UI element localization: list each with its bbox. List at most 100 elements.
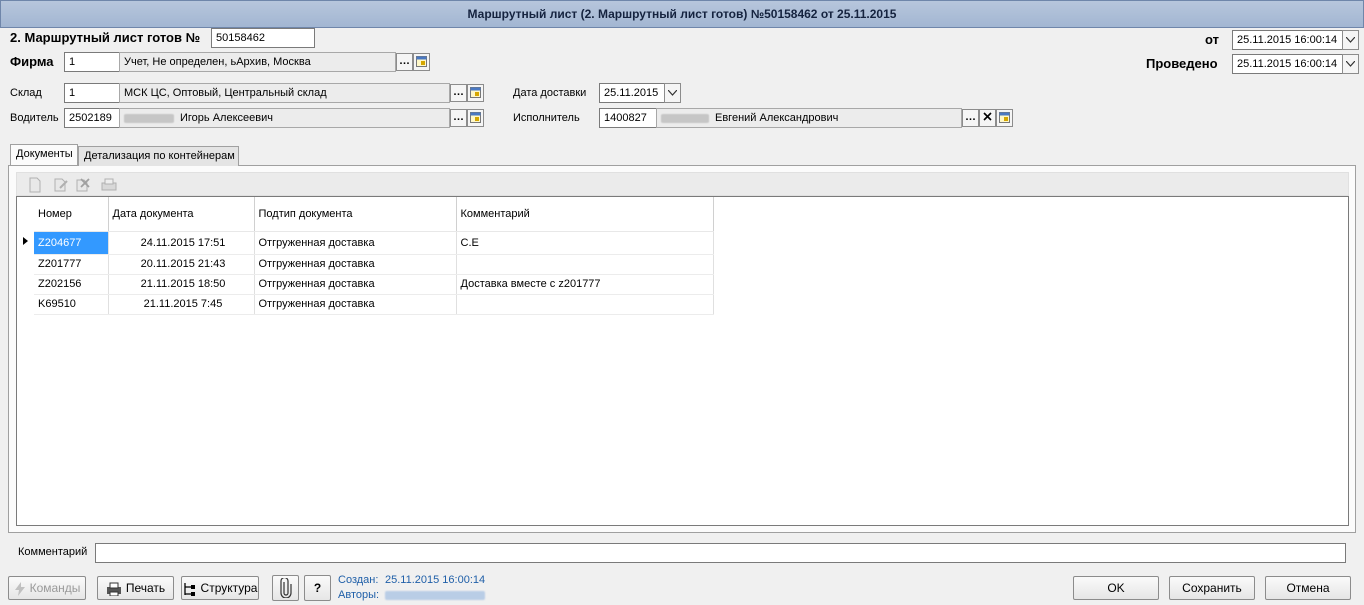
date-label: от: [1205, 32, 1219, 47]
column-header-comment[interactable]: Комментарий: [456, 197, 714, 232]
cell-subtype[interactable]: Отгруженная доставка: [254, 231, 457, 255]
redacted-surname: [124, 113, 174, 123]
firm-code-field[interactable]: 1: [64, 52, 120, 72]
driver-select-button[interactable]: …: [450, 109, 467, 127]
executor-code-field[interactable]: 1400827: [599, 108, 657, 128]
ok-button[interactable]: OK: [1073, 576, 1159, 600]
firm-name-field[interactable]: Учет, Не определен, ьАрхив, Москва: [119, 52, 396, 72]
column-header-number[interactable]: Номер: [34, 197, 109, 232]
executor-name-text: Евгений Александрович: [715, 112, 839, 124]
delivery-date-dropdown[interactable]: [664, 83, 681, 103]
documents-grid[interactable]: Номер Дата документа Подтип документа Ко…: [16, 196, 1349, 526]
executor-open-button[interactable]: [996, 109, 1013, 127]
cell-subtype[interactable]: Отгруженная доставка: [254, 254, 457, 275]
open-form-icon: [470, 112, 481, 123]
authors-label: Авторы:: [338, 589, 380, 601]
table-row[interactable]: K69510 21.11.2015 7:45 Отгруженная доста…: [17, 294, 714, 315]
cell-subtype[interactable]: Отгруженная доставка: [254, 294, 457, 315]
commands-button[interactable]: Команды: [8, 576, 86, 600]
table-row[interactable]: Z201777 20.11.2015 21:43 Отгруженная дос…: [17, 254, 714, 275]
driver-code-field[interactable]: 2502189: [64, 108, 120, 128]
cell-number[interactable]: Z204677: [34, 231, 109, 255]
structure-icon: [183, 582, 195, 596]
cell-comment[interactable]: [456, 294, 714, 315]
redacted-surname: [661, 113, 709, 123]
chevron-down-icon: [668, 90, 677, 96]
row-indicator-header: [17, 197, 34, 231]
grid-header-row: Номер Дата документа Подтип документа Ко…: [17, 197, 714, 232]
print-label: Печать: [125, 581, 166, 595]
current-row-indicator: [17, 231, 34, 254]
row-indicator: [17, 294, 34, 314]
cell-comment[interactable]: [456, 254, 714, 275]
tab-container-details[interactable]: Детализация по контейнерам: [78, 146, 239, 166]
driver-open-button[interactable]: [467, 109, 484, 127]
warehouse-select-button[interactable]: …: [450, 84, 467, 102]
warehouse-name-field[interactable]: МСК ЦС, Оптовый, Центральный склад: [119, 83, 450, 103]
posted-label: Проведено: [1146, 56, 1218, 71]
comment-label: Комментарий: [18, 546, 88, 558]
attachments-button[interactable]: [272, 575, 299, 601]
redacted-authors: [385, 591, 485, 600]
cell-number[interactable]: Z202156: [34, 274, 109, 295]
doc-type-label: 2. Маршрутный лист готов №: [10, 30, 201, 45]
structure-button[interactable]: Структура: [181, 576, 259, 600]
table-row[interactable]: Z204677 24.11.2015 17:51 Отгруженная дос…: [17, 231, 714, 255]
save-button[interactable]: Сохранить: [1169, 576, 1255, 600]
warehouse-open-button[interactable]: [467, 84, 484, 102]
chevron-down-icon: [1346, 37, 1355, 43]
firm-label: Фирма: [10, 54, 54, 69]
driver-label: Водитель: [10, 112, 59, 124]
executor-clear-button[interactable]: [979, 109, 996, 127]
table-row[interactable]: Z202156 21.11.2015 18:50 Отгруженная дос…: [17, 274, 714, 295]
print-button[interactable]: Печать: [97, 576, 174, 600]
close-icon: [983, 112, 992, 121]
window-title: Маршрутный лист (2. Маршрутный лист гото…: [0, 0, 1364, 28]
cell-comment[interactable]: Доставка вместе с z201777: [456, 274, 714, 295]
cell-subtype[interactable]: Отгруженная доставка: [254, 274, 457, 295]
firm-select-button[interactable]: …: [396, 53, 413, 71]
driver-name-field[interactable]: Игорь Алексеевич: [119, 108, 450, 128]
comment-field[interactable]: [95, 543, 1346, 563]
created-label: Создан:: [338, 574, 379, 586]
edit-document-icon[interactable]: [53, 177, 69, 193]
print-document-icon[interactable]: [101, 177, 117, 193]
date-field[interactable]: 25.11.2015 16:00:14: [1232, 30, 1343, 50]
executor-select-button[interactable]: …: [962, 109, 979, 127]
cell-number[interactable]: Z201777: [34, 254, 109, 275]
help-button[interactable]: ?: [304, 575, 331, 601]
tab-documents[interactable]: Документы: [10, 144, 78, 165]
column-header-subtype[interactable]: Подтип документа: [254, 197, 457, 232]
commands-label: Команды: [29, 581, 81, 595]
open-form-icon: [999, 112, 1010, 123]
delivery-date-field[interactable]: 25.11.2015: [599, 83, 665, 103]
cell-comment[interactable]: С.Е: [456, 231, 714, 255]
delete-document-icon[interactable]: [75, 177, 91, 193]
row-indicator: [17, 274, 34, 294]
cell-date[interactable]: 24.11.2015 17:51: [108, 231, 255, 255]
warehouse-label: Склад: [10, 87, 42, 99]
open-form-icon: [470, 87, 481, 98]
paperclip-icon: [279, 576, 292, 599]
firm-open-button[interactable]: [413, 53, 430, 71]
cell-number[interactable]: K69510: [34, 294, 109, 315]
driver-name-text: Игорь Алексеевич: [180, 112, 273, 124]
posted-date-dropdown[interactable]: [1342, 54, 1359, 74]
posted-date-field[interactable]: 25.11.2015 16:00:14: [1232, 54, 1343, 74]
new-document-icon[interactable]: [27, 177, 43, 193]
warehouse-code-field[interactable]: 1: [64, 83, 120, 103]
cancel-button[interactable]: Отмена: [1265, 576, 1351, 600]
row-pointer-icon: [23, 237, 28, 245]
grid-toolbar: [16, 172, 1349, 196]
cell-date[interactable]: 21.11.2015 18:50: [108, 274, 255, 295]
delivery-date-label: Дата доставки: [513, 87, 587, 99]
date-dropdown[interactable]: [1342, 30, 1359, 50]
cell-date[interactable]: 21.11.2015 7:45: [108, 294, 255, 315]
doc-number-field[interactable]: 50158462: [211, 28, 315, 48]
open-form-icon: [416, 56, 427, 67]
executor-label: Исполнитель: [513, 112, 580, 124]
cell-date[interactable]: 20.11.2015 21:43: [108, 254, 255, 275]
column-header-date[interactable]: Дата документа: [108, 197, 255, 232]
executor-name-field[interactable]: Евгений Александрович: [656, 108, 962, 128]
created-value: 25.11.2015 16:00:14: [385, 574, 486, 586]
